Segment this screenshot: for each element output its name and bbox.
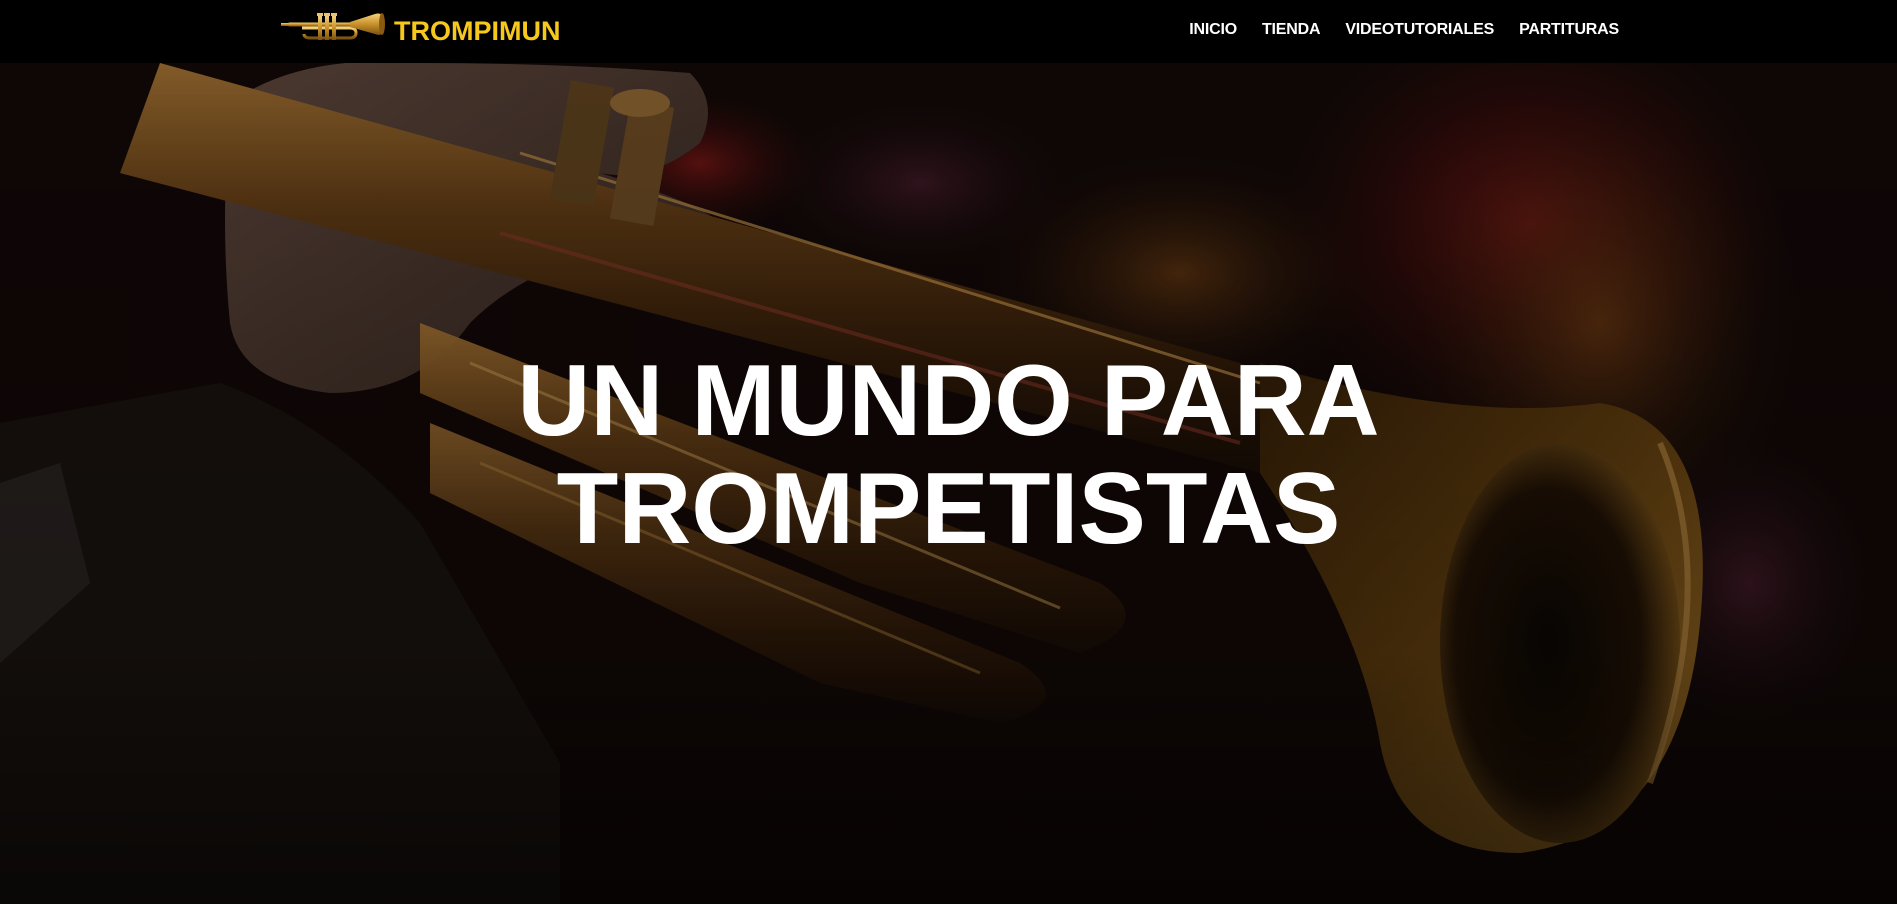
site-header: TROMPIMUN INICIO TIENDA VIDEOTUTORIALES … [0, 0, 1897, 63]
trumpet-logo-icon [281, 13, 385, 40]
nav-item-tienda[interactable]: TIENDA [1262, 21, 1321, 39]
hero-section: UN MUNDO PARA TROMPETISTAS [0, 63, 1897, 904]
main-nav: INICIO TIENDA VIDEOTUTORIALES PARTITURAS [1189, 0, 1619, 63]
nav-item-videotutoriales[interactable]: VIDEOTUTORIALES [1345, 21, 1494, 39]
nav-item-partituras[interactable]: PARTITURAS [1519, 21, 1619, 39]
brand-name: TROMPIMUN [394, 15, 561, 46]
hero-title-line-2: TROMPETISTAS [556, 453, 1341, 565]
brand-home-link[interactable]: TROMPIMUN [280, 8, 560, 48]
nav-item-inicio[interactable]: INICIO [1189, 21, 1237, 39]
hero-title-line-1: UN MUNDO PARA [517, 345, 1380, 457]
page: TROMPIMUN INICIO TIENDA VIDEOTUTORIALES … [0, 0, 1897, 907]
hero-title: UN MUNDO PARA TROMPETISTAS [0, 347, 1897, 563]
